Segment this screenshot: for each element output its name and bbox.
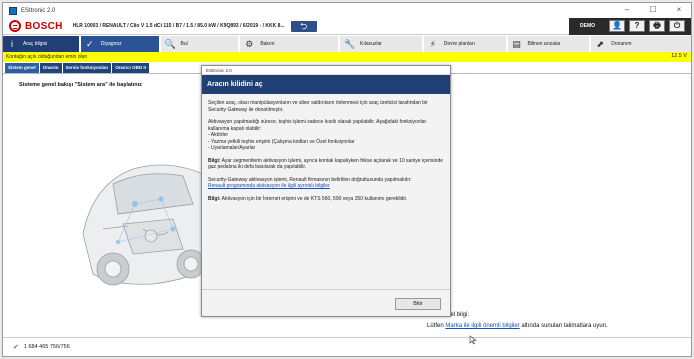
- status-number: 1 684 465 756/756: [23, 344, 70, 350]
- minimize-button[interactable]: –: [621, 5, 633, 15]
- dialog-text: Ayar segmentlerin aktivasyon işlemi, ayr…: [208, 157, 444, 171]
- warning-text: Kontağın açık olduğundan emin olun: [6, 54, 88, 60]
- header-bar: BOSCH HLR 10003 / RENAULT / Clio V 1.5 d…: [3, 18, 691, 35]
- subtab-system-overview[interactable]: Sistem genel: [5, 63, 39, 73]
- dialog-list-item: - Aktörler: [208, 132, 229, 138]
- tab-equipment[interactable]: ⬈ Donanım: [591, 36, 691, 52]
- dialog-list-item: - Yazma yetkili teşhis erişimi (Çalışma …: [208, 138, 355, 145]
- dialog-divider: [202, 289, 450, 290]
- sub-tabs: Sistem genel Onarım Servis fonksiyonları…: [3, 63, 149, 73]
- dialog-body: Seçilen araç, olası manipülasyonların ve…: [208, 100, 446, 208]
- tab-diagnosis[interactable]: ✓ Diyagnoz: [80, 36, 161, 52]
- window-controls: – ☐ ×: [621, 5, 685, 15]
- unlock-vehicle-dialog: ESItronic 2.0 Aracın kilidini aç Seçilen…: [201, 65, 451, 317]
- tab-label: Bakım: [260, 41, 275, 47]
- info-prefix: Lütfen: [427, 323, 446, 329]
- renault-activation-link[interactable]: Renault programında aktivasyon ile ilgil…: [208, 183, 330, 189]
- tab-manuals[interactable]: 🔧 Kılavuzlar: [340, 36, 424, 52]
- battery-voltage: 12.5 V: [671, 53, 687, 59]
- check-icon: ✔: [13, 344, 19, 351]
- dialog-list-item: - Uyarlamalar/Ayarlar: [208, 145, 256, 151]
- main-nav: i Araç bilgisi ✓ Diyagnoz 🔍 Bul ⚙ Bakım …: [3, 36, 691, 52]
- exit-icon[interactable]: ⏻: [669, 20, 685, 32]
- mouse-cursor-icon: [469, 335, 477, 345]
- dialog-text: Aktivasyon yapılmadığı sürece, teşhis iş…: [208, 119, 427, 132]
- search-icon: 🔍: [164, 39, 176, 49]
- info-label: Bilgi:: [208, 195, 221, 202]
- tab-label: Araç bilgisi: [23, 41, 48, 47]
- ignition-warning-bar: Kontağın açık olduğundan emin olun 12.5 …: [3, 52, 691, 62]
- info-suffix: altında sunulan talimatlara uyun.: [519, 323, 608, 329]
- demo-label: DEMO: [580, 23, 595, 29]
- tab-circuit-diagrams[interactable]: ⚡ Devre planları: [423, 36, 508, 52]
- window-title: ESItronic 2.0: [21, 7, 56, 14]
- tab-label: Diyagnoz: [100, 41, 122, 47]
- wrench-icon: 🔧: [344, 39, 356, 49]
- tab-label: Devre planları: [443, 41, 475, 47]
- info-label: Bilgi:: [208, 157, 221, 164]
- dialog-paragraph: Seçilen araç, olası manipülasyonların ve…: [208, 100, 428, 113]
- tab-label: Bul: [180, 41, 188, 47]
- info-icon: i: [11, 39, 13, 49]
- status-bar: ✔ 1 684 465 756/756: [3, 337, 691, 356]
- tab-label: Kılavuzlar: [360, 41, 382, 47]
- finish-button[interactable]: Bitir: [395, 298, 441, 310]
- app-window: ESItronic 2.0 – ☐ × BOSCH HLR 10003 / RE…: [2, 2, 692, 357]
- title-bar: ESItronic 2.0 – ☐ ×: [3, 3, 691, 18]
- subtab-service-functions[interactable]: Servis fonksiyonları: [62, 63, 112, 73]
- user-icon[interactable]: 👤: [609, 20, 625, 32]
- tab-label: Bilinen arızalar: [527, 41, 561, 47]
- dialog-header: Aracın kilidini aç: [202, 75, 450, 94]
- tab-label: Donanım: [611, 41, 632, 47]
- lightning-icon: ⚡: [429, 39, 436, 49]
- print-icon[interactable]: 🖶: [649, 20, 665, 32]
- page-title: Sisteme genel bakışı "Sistem ara" ile ba…: [19, 82, 142, 88]
- list-icon: ▤: [512, 39, 521, 49]
- gear-icon: ⚙: [245, 39, 254, 49]
- vehicle-info: HLR 10003 / RENAULT / Clio V 1.5 dCi 115…: [72, 23, 285, 29]
- dialog-paragraph: Security-Gateway aktivasyon işlemi, Rena…: [208, 177, 446, 190]
- general-info-text: Lütfen Marka ile ilgili önemli bilgiler …: [427, 323, 608, 329]
- dialog-text: Security-Gateway aktivasyon işlemi, Rena…: [208, 176, 412, 183]
- dialog-paragraph: Bilgi: Ayar segmentlerin aktivasyon işle…: [208, 158, 446, 171]
- header-buttons: 👤 ? 🖶 ⏻: [609, 20, 685, 32]
- export-icon: ⬈: [596, 39, 605, 49]
- tab-maintenance[interactable]: ⚙ Bakım: [240, 36, 341, 52]
- app-icon: [9, 6, 17, 15]
- dialog-paragraph: Bilgi: Aktivasyon için bir İnternet eriş…: [208, 196, 446, 203]
- dialog-window-title: ESItronic 2.0: [202, 66, 450, 75]
- brand-name: BOSCH: [25, 20, 63, 32]
- close-button[interactable]: ×: [673, 5, 685, 15]
- brand-info-link[interactable]: Marka ile ilgili önemli bilgiler: [445, 323, 519, 329]
- maximize-button[interactable]: ☐: [647, 5, 659, 15]
- tab-known-faults[interactable]: ▤ Bilinen arızalar: [507, 36, 592, 52]
- bosch-logo-icon: [9, 20, 21, 32]
- tab-search[interactable]: 🔍 Bul: [160, 36, 241, 52]
- diagnosis-icon: ✓: [86, 39, 94, 49]
- back-button[interactable]: ⮌: [290, 20, 317, 32]
- help-icon[interactable]: ?: [629, 20, 645, 32]
- dialog-text: Aktivasyon için bir İnternet erişimi ve …: [220, 195, 408, 202]
- dialog-paragraph: Aktivasyon yapılmadığı sürece, teşhis iş…: [208, 119, 446, 152]
- subtab-repair[interactable]: Onarım: [39, 63, 62, 73]
- tab-vehicle-info[interactable]: i Araç bilgisi: [3, 36, 81, 52]
- subtab-obd[interactable]: Onarıcı OBD II: [112, 63, 149, 73]
